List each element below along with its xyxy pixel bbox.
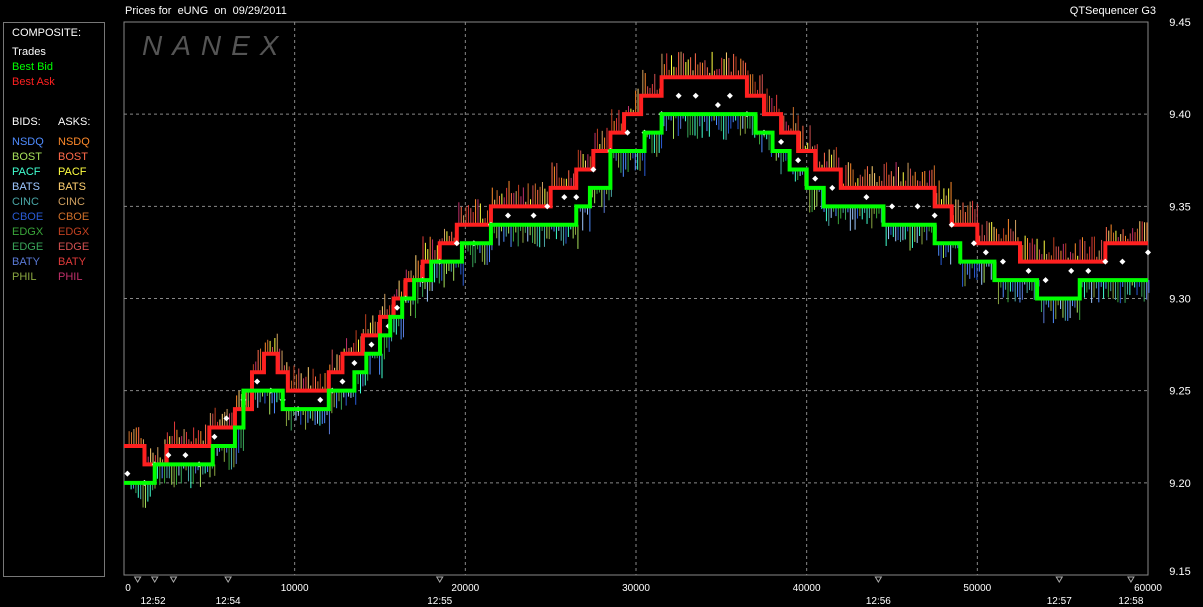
time-marker (435, 576, 444, 583)
y-tick-label: 9.25 (1169, 386, 1190, 398)
y-tick-label: 9.20 (1169, 478, 1190, 490)
x-tick-label: 30000 (622, 583, 650, 594)
y-tick-label: 9.35 (1169, 201, 1190, 213)
time-label: 12:57 (1047, 596, 1072, 607)
x-tick-label: 50000 (963, 583, 991, 594)
x-tick-label: 40000 (793, 583, 821, 594)
time-marker (874, 576, 883, 583)
time-marker (224, 576, 232, 583)
time-marker (1127, 576, 1135, 583)
time-marker (169, 576, 178, 583)
x-tick-label: 10000 (281, 583, 309, 594)
time-marker (133, 576, 142, 583)
price-chart: NANEX 9.20 9.25 9.30 9.35 9.40 9.45 9.15 0 10000 2… (123, 17, 1191, 607)
time-label: 12:52 (140, 596, 165, 607)
x-tick-label: 0 (125, 583, 131, 594)
y-tick-label: 9.45 (1169, 17, 1190, 29)
time-label: 12:58 (1118, 596, 1143, 607)
x-tick-label: 60000 (1134, 583, 1162, 594)
x-tick-label: 20000 (451, 583, 479, 594)
y-tick-label: 9.15 (1169, 566, 1190, 578)
nanex-watermark: NANEX (142, 30, 288, 61)
time-label: 12:54 (216, 596, 241, 607)
time-marker (1055, 576, 1064, 583)
time-label: 12:55 (427, 596, 452, 607)
time-marker (150, 576, 159, 583)
y-tick-label: 9.30 (1169, 294, 1190, 306)
y-tick-label: 9.40 (1169, 109, 1190, 121)
time-label: 12:56 (866, 596, 891, 607)
